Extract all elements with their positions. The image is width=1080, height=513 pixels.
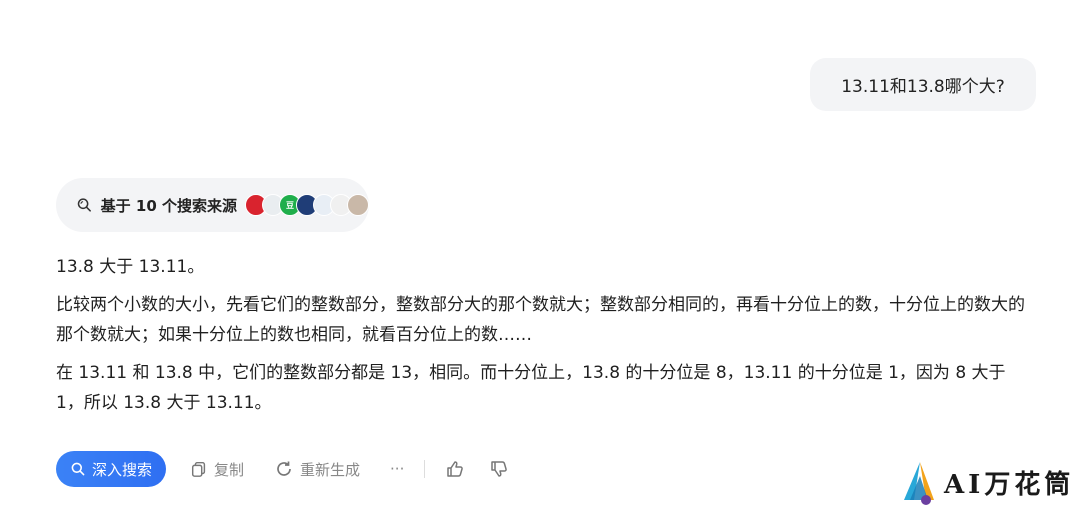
- user-message-text: 13.11和13.8哪个大?: [841, 77, 1005, 97]
- source-favicons: 豆: [245, 194, 369, 216]
- logo-mark-icon: [904, 462, 934, 505]
- search-icon: [71, 462, 85, 476]
- regenerate-button[interactable]: 重新生成: [274, 459, 360, 480]
- more-icon: ···: [390, 460, 405, 478]
- answer-paragraph: 在 13.11 和 13.8 中，它们的整数部分都是 13，相同。而十分位上，1…: [56, 363, 1006, 413]
- more-button[interactable]: ···: [390, 460, 404, 478]
- like-button[interactable]: [445, 459, 465, 479]
- thumbs-up-icon: [447, 461, 464, 477]
- copy-label: 复制: [214, 460, 245, 479]
- assistant-answer: 13.8 大于 13.11。 比较两个小数的大小，先看它们的整数部分，整数部分大…: [56, 252, 1036, 426]
- answer-action-bar: 深入搜索 复制 重新生成 ···: [56, 451, 509, 487]
- answer-paragraph: 比较两个小数的大小，先看它们的整数部分，整数部分大的那个数就大；整数部分相同的，…: [56, 295, 1025, 345]
- copy-icon: [191, 461, 206, 477]
- action-divider: [424, 460, 426, 478]
- regenerate-label: 重新生成: [300, 460, 361, 479]
- watermark-text: AI万花筒: [944, 469, 1075, 500]
- copy-button[interactable]: 复制: [190, 459, 244, 480]
- source-favicon-7: [347, 194, 369, 216]
- answer-paragraph: 13.8 大于 13.11。: [56, 257, 205, 277]
- dislike-button[interactable]: [489, 459, 509, 479]
- thumbs-down-icon: [491, 461, 508, 477]
- watermark-logo: AI万花筒: [900, 458, 1074, 506]
- deep-search-label: 深入搜索: [91, 461, 152, 479]
- search-sources-pill[interactable]: 基于 10 个搜索来源 豆: [56, 178, 369, 232]
- user-message-bubble: 13.11和13.8哪个大?: [810, 58, 1036, 111]
- refresh-icon: [277, 461, 291, 476]
- sources-label: 基于 10 个搜索来源: [100, 196, 237, 215]
- search-icon: [77, 198, 91, 212]
- deep-search-button[interactable]: 深入搜索: [56, 451, 166, 487]
